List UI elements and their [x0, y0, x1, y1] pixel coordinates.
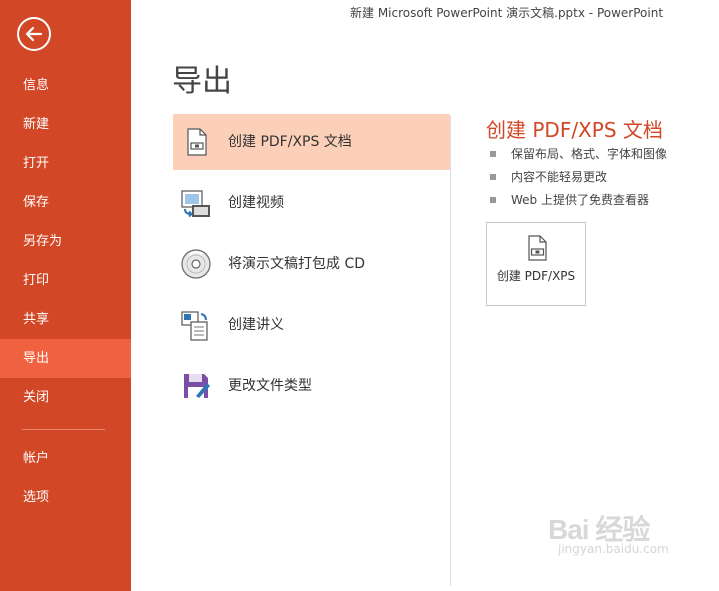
- backstage-sidebar: 信息 新建 打开 保存 另存为 打印 共享 导出 关闭 帐户 选项: [0, 0, 131, 591]
- export-option-change-file-type[interactable]: 更改文件类型: [173, 358, 450, 414]
- nav-item-print[interactable]: 打印: [0, 261, 131, 300]
- nav-item-export[interactable]: 导出: [0, 339, 131, 378]
- cd-icon: [181, 249, 211, 279]
- watermark-url: jingyan.baidu.com: [558, 542, 669, 556]
- export-option-package-cd[interactable]: 将演示文稿打包成 CD: [173, 236, 450, 292]
- detail-bullets: 保留布局、格式、字体和图像 内容不能轻易更改 Web 上提供了免费查看器: [490, 145, 667, 214]
- export-option-video[interactable]: 创建视频: [173, 175, 450, 231]
- export-option-label: 更改文件类型: [228, 378, 312, 394]
- nav-item-close[interactable]: 关闭: [0, 378, 131, 417]
- bullet-icon: [490, 151, 496, 157]
- nav-item-share[interactable]: 共享: [0, 300, 131, 339]
- back-button[interactable]: [17, 17, 51, 51]
- nav-item-save-as[interactable]: 另存为: [0, 222, 131, 261]
- nav-item-save[interactable]: 保存: [0, 183, 131, 222]
- create-button-label: 创建 PDF/XPS: [496, 269, 576, 283]
- handout-icon: [181, 311, 208, 341]
- baidu-watermark: Bai 经验 jingyan.baidu.com: [548, 508, 669, 556]
- nav-item-info[interactable]: 信息: [0, 66, 131, 105]
- bullet-icon: [490, 174, 496, 180]
- bullet-icon: [490, 197, 496, 203]
- file-type-icon: [184, 374, 210, 398]
- nav-item-options[interactable]: 选项: [0, 478, 131, 517]
- list-item: Web 上提供了免费查看器: [490, 191, 667, 214]
- nav-item-new[interactable]: 新建: [0, 105, 131, 144]
- list-item: 保留布局、格式、字体和图像: [490, 145, 667, 168]
- pdf-document-icon: [528, 235, 547, 261]
- page-title: 导出: [172, 64, 232, 99]
- export-option-label: 创建 PDF/XPS 文档: [228, 134, 352, 150]
- list-item: 内容不能轻易更改: [490, 168, 667, 191]
- export-option-label: 创建视频: [228, 195, 284, 211]
- export-option-label: 将演示文稿打包成 CD: [228, 256, 366, 272]
- nav-separator: [22, 429, 105, 430]
- export-option-pdf-xps[interactable]: 创建 PDF/XPS 文档: [173, 114, 450, 170]
- create-pdf-xps-button[interactable]: 创建 PDF/XPS: [486, 222, 586, 306]
- window-title: 新建 Microsoft PowerPoint 演示文稿.pptx - Powe…: [350, 6, 664, 20]
- detail-title: 创建 PDF/XPS 文档: [486, 118, 663, 142]
- export-option-label: 创建讲义: [228, 317, 284, 333]
- pdf-document-icon: [187, 128, 207, 156]
- back-arrow-icon: [25, 26, 43, 42]
- nav-item-account[interactable]: 帐户: [0, 439, 131, 478]
- export-option-handouts[interactable]: 创建讲义: [173, 297, 450, 353]
- list-divider: [450, 116, 451, 586]
- nav-item-open[interactable]: 打开: [0, 144, 131, 183]
- video-icon: [181, 190, 210, 218]
